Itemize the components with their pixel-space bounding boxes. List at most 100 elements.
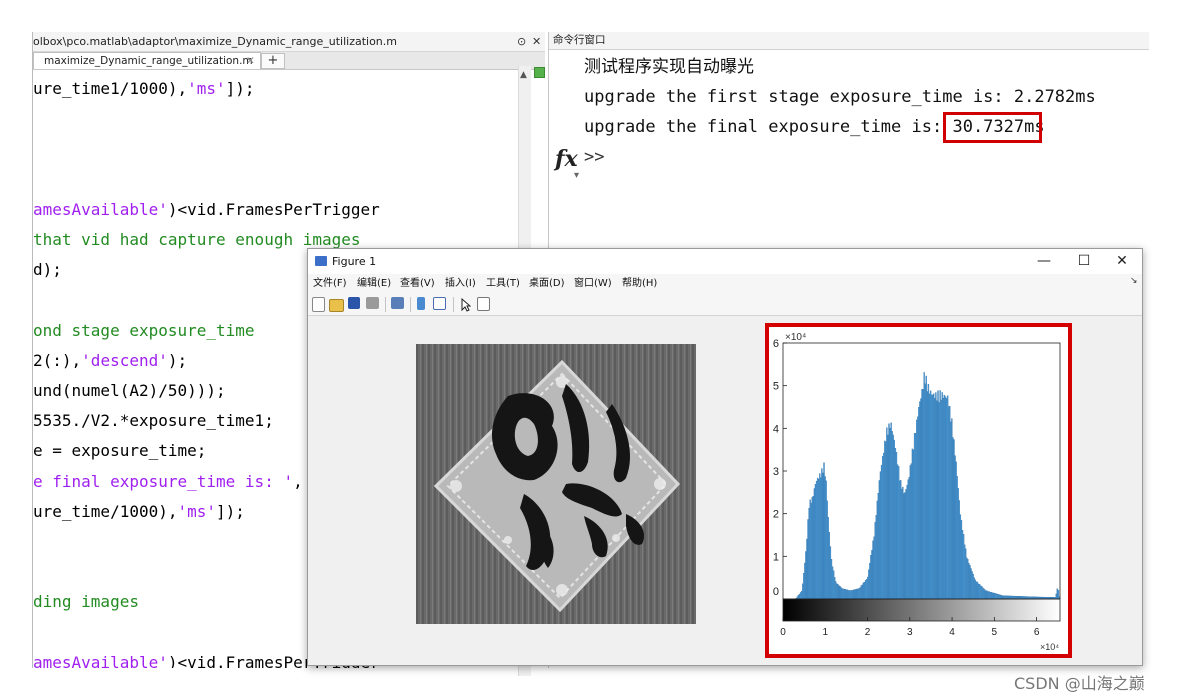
figure-title-bar[interactable]: Figure 1 — ☐ ✕ <box>308 249 1142 274</box>
histogram-bar <box>868 569 870 600</box>
close-button[interactable]: ✕ <box>1102 249 1142 274</box>
histogram-bar <box>832 570 835 600</box>
editor-tab[interactable]: maximize_Dynamic_range_utilization.m ✕ <box>33 52 261 69</box>
fx-dropdown-icon[interactable]: ▾ <box>574 170 579 181</box>
code-token: 5535./V2.*exposure_time1; <box>33 411 274 431</box>
menu-window[interactable]: 窗口(W) <box>574 274 612 293</box>
histogram-bar <box>953 439 955 600</box>
histogram-bar <box>936 400 938 600</box>
pointer-icon[interactable] <box>461 297 472 312</box>
histogram-bar <box>899 480 901 600</box>
histogram-bar <box>837 583 839 600</box>
print-icon[interactable] <box>366 297 379 309</box>
code-token: 'ms' <box>177 501 217 521</box>
histogram-bar <box>871 550 873 600</box>
histogram-bar <box>1011 595 1014 600</box>
menu-insert[interactable]: 插入(I) <box>445 274 476 293</box>
fu-paper-photo <box>416 344 696 624</box>
histogram-bar <box>900 480 902 600</box>
histogram-bar <box>1005 595 1007 600</box>
x-tick-label: 6 <box>1034 627 1040 638</box>
histogram-bar <box>810 502 812 600</box>
code-line[interactable]: ure_time1/1000),'ms']); <box>33 79 255 99</box>
histogram-bar <box>870 555 872 600</box>
code-line[interactable]: ond stage exposure_time <box>33 321 255 341</box>
y-exponent-label: ×10⁴ <box>785 332 806 343</box>
add-tab-button[interactable]: + <box>261 53 285 69</box>
toolbar-separator <box>385 297 386 312</box>
histogram-bar <box>979 585 982 600</box>
histogram-bar <box>918 407 920 600</box>
tab-close-icon[interactable]: ✕ <box>246 53 255 69</box>
menu-edit[interactable]: 编辑(E) <box>357 274 391 293</box>
code-line[interactable]: d); <box>33 260 62 280</box>
code-line[interactable]: 5535./V2.*exposure_time1; <box>33 411 274 431</box>
histogram-bar <box>820 477 822 600</box>
histogram-bar <box>864 580 867 600</box>
maximize-button[interactable]: ☐ <box>1064 249 1104 274</box>
open-file-icon[interactable] <box>329 299 344 312</box>
histogram-bar <box>927 384 930 600</box>
histogram-bar <box>889 428 891 600</box>
output-line-1: 测试程序实现自动曝光 <box>584 57 754 77</box>
legend-icon[interactable] <box>433 297 446 310</box>
scroll-up-icon[interactable]: ▲ <box>520 70 527 80</box>
dropdown-icon[interactable]: ⊙ <box>517 32 526 51</box>
histogram-bar <box>876 500 878 600</box>
new-figure-icon[interactable] <box>312 297 325 312</box>
code-line[interactable]: e = exposure_time; <box>33 441 206 461</box>
colorbar-icon[interactable] <box>417 297 425 310</box>
close-editor-icon[interactable]: ✕ <box>532 32 541 51</box>
histogram-bar <box>825 480 827 600</box>
code-line[interactable]: amesAvailable')<vid.FramesPerTrigger <box>33 200 380 220</box>
histogram-bar <box>886 427 888 600</box>
histogram-bar <box>843 589 845 600</box>
menu-desktop[interactable]: 桌面(D) <box>529 274 565 293</box>
menu-view[interactable]: 查看(V) <box>400 274 435 293</box>
function-browser-icon[interactable]: fx <box>555 146 578 172</box>
command-window-title-label: 命令行窗口 <box>553 34 606 46</box>
histogram-bar <box>803 572 805 600</box>
x-tick-label: 5 <box>992 627 998 638</box>
code-line[interactable]: und(numel(A2)/50))); <box>33 381 226 401</box>
code-token: e = exposure_time; <box>33 441 207 461</box>
histogram-bar <box>1006 595 1008 600</box>
save-icon[interactable] <box>348 297 360 309</box>
histogram-bar <box>976 581 979 600</box>
histogram-bar <box>909 465 911 600</box>
histogram-bar <box>949 405 951 600</box>
histogram-bar <box>916 419 918 600</box>
histogram-bar <box>942 397 945 600</box>
link-icon[interactable] <box>391 297 404 309</box>
histogram-bar <box>890 422 892 600</box>
histogram-bar <box>966 557 968 600</box>
property-inspector-icon[interactable] <box>477 297 490 311</box>
code-token: 'descend' <box>81 350 168 370</box>
histogram-bar <box>896 464 899 600</box>
histogram-bar <box>800 591 803 600</box>
histogram-bar <box>854 589 856 600</box>
histogram-bar <box>946 395 949 600</box>
code-token: ); <box>167 350 188 370</box>
code-line[interactable]: that vid had capture enough images <box>33 230 361 250</box>
histogram-bar <box>828 532 831 600</box>
command-prompt[interactable]: >> <box>584 146 604 168</box>
menu-help[interactable]: 帮助(H) <box>622 274 657 293</box>
minimize-button[interactable]: — <box>1024 249 1064 274</box>
histogram-bar <box>960 520 963 600</box>
code-line[interactable]: e final exposure_time is: ', <box>33 472 303 492</box>
code-token: ond stage exposure_time <box>33 320 255 340</box>
menu-overflow-icon[interactable]: ↘ <box>1130 276 1138 286</box>
histogram-bar <box>824 476 826 600</box>
histogram-bar <box>807 519 809 600</box>
menu-file[interactable]: 文件(F) <box>313 274 347 293</box>
figure-title: Figure 1 <box>332 255 377 268</box>
code-line[interactable]: ding images <box>33 592 139 612</box>
histogram-bar <box>872 540 874 600</box>
code-token: amesAvailable' <box>33 652 168 668</box>
code-line[interactable]: ure_time/1000),'ms']); <box>33 502 245 522</box>
histogram-bar <box>809 499 811 600</box>
histogram-bar <box>869 563 871 600</box>
code-line[interactable]: 2(:),'descend'); <box>33 351 187 371</box>
menu-tools[interactable]: 工具(T) <box>486 274 520 293</box>
